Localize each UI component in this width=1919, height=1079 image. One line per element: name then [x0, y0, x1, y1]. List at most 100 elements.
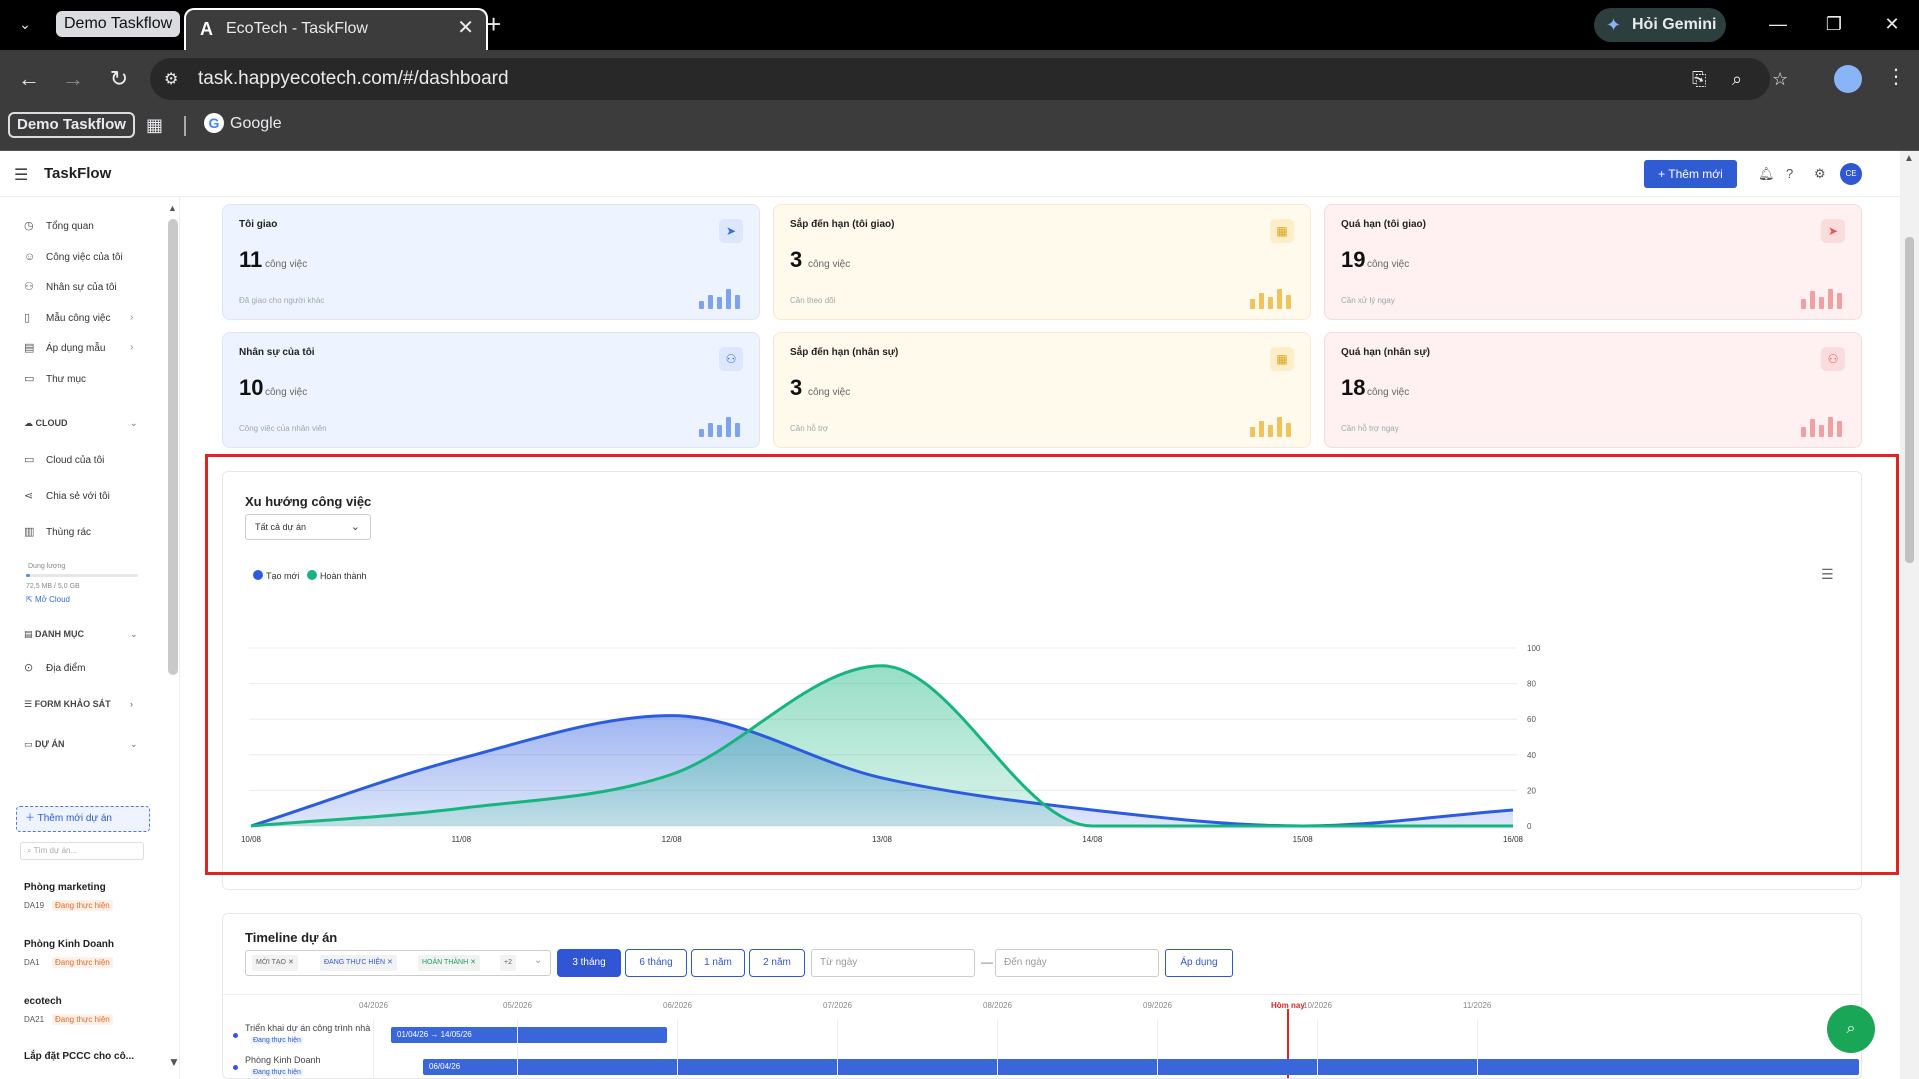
range-1-year[interactable]: 1 năm	[691, 949, 745, 977]
sidebar-item-locations[interactable]: ⊙ Địa điểm	[24, 659, 85, 677]
document-icon: ▤	[24, 342, 35, 354]
project-status-badge: Đang thực hiện	[52, 957, 113, 968]
sidebar-item-task-templates[interactable]: ▯ Mẫu công việc ›	[24, 309, 133, 327]
section-projects[interactable]: ▭ DỰ ÁN ⌄	[24, 737, 138, 751]
chat-fab-button[interactable]: ⌕	[1827, 1005, 1875, 1053]
translate-icon[interactable]: ⎘	[1692, 68, 1706, 90]
sidebar-item-trash[interactable]: ▥ Thùng rác	[24, 523, 91, 541]
section-cloud[interactable]: ☁ CLOUD ⌄	[24, 416, 138, 430]
new-project-button[interactable]: ＋ Thêm mới dự án	[16, 806, 150, 832]
stat-card[interactable]: Sắp đến hạn (nhân sự) 3 công việc Cần hỗ tr…	[773, 332, 1311, 448]
page-scrollbar[interactable]: ▲	[1900, 151, 1919, 1079]
stat-card[interactable]: Nhân sự của tôi 10 công việc Công việc của …	[222, 332, 760, 448]
timeline-bar[interactable]: 06/04/26	[423, 1059, 1859, 1075]
project-item[interactable]: Lắp đặt PCCC cho cô...	[24, 1050, 164, 1064]
profile-avatar[interactable]	[1834, 65, 1862, 93]
tab-search-icon[interactable]: ⌄	[14, 13, 36, 35]
sidebar-item-my-staff[interactable]: ⚇ Nhân sự của tôi	[24, 278, 117, 296]
file-icon: ▯	[24, 312, 31, 324]
to-date-input[interactable]: Đến ngày	[995, 949, 1159, 977]
sidebar-item-my-tasks[interactable]: ☺ Công việc của tôi	[24, 248, 123, 266]
section-catalog[interactable]: ▤ DANH MỤC ⌄	[24, 627, 138, 641]
page-scrollbar-thumb[interactable]	[1905, 237, 1914, 563]
user-icon: ☺	[24, 251, 36, 263]
close-window-icon[interactable]: ✕	[1880, 12, 1904, 36]
storage-progress-fill	[26, 574, 30, 577]
range-6-months[interactable]: 6 tháng	[625, 949, 687, 977]
minimize-icon[interactable]: —	[1766, 12, 1790, 36]
hamburger-icon[interactable]: ☰	[14, 165, 28, 185]
storage-progress	[26, 574, 138, 577]
open-cloud-link[interactable]: ⇱ Mở Cloud	[26, 595, 70, 604]
stat-card[interactable]: Tôi giao 11 công việc Đã giao cho người khá…	[222, 204, 760, 320]
section-cloud-label: CLOUD	[35, 418, 68, 428]
mini-bar-chart-icon	[1801, 285, 1845, 309]
zoom-icon[interactable]: ⌕	[1732, 68, 1742, 90]
add-new-button[interactable]: + Thêm mới	[1644, 160, 1737, 188]
sidebar-item-folders[interactable]: ▭ Thư mục	[24, 370, 86, 388]
bookmark-divider	[184, 116, 186, 136]
tag-done[interactable]: HOÀN THÀNH ✕	[418, 955, 480, 971]
reload-icon[interactable]: ↻	[106, 66, 132, 92]
status-filter-select[interactable]: MỚI TẠO ✕ ĐANG THỰC HIỆN ✕ HOÀN THÀNH ✕ …	[245, 950, 551, 976]
timeline-row-name[interactable]: Phòng Kinh Doanh	[245, 1055, 321, 1065]
project-search-input[interactable]: ⌕ Tìm dự án...	[20, 842, 144, 860]
help-icon[interactable]: ?	[1786, 166, 1793, 181]
scroll-up-icon[interactable]: ▲	[1904, 153, 1914, 164]
address-bar[interactable]: ⚙ task.happyecotech.com/#/dashboard ⎘ ⌕ …	[150, 58, 1788, 100]
forward-icon[interactable]: →	[60, 66, 86, 92]
from-date-input[interactable]: Từ ngày	[811, 949, 975, 977]
tag-in-progress[interactable]: ĐANG THỰC HIỆN ✕	[320, 955, 397, 971]
apply-button[interactable]: Áp dụng	[1165, 949, 1233, 977]
app-header: ☰ TaskFlow + Thêm mới 🔔︎ ? ⚙ CE	[0, 151, 1900, 197]
url-text[interactable]: task.happyecotech.com/#/dashboard	[198, 69, 509, 89]
tag-new[interactable]: MỚI TẠO ✕	[252, 955, 298, 971]
folder-icon: ▭	[24, 739, 36, 749]
timeline-row-name[interactable]: Triển khai dự án công trình nhà	[245, 1023, 370, 1033]
project-item[interactable]: Phòng Kinh Doanh DA1 Đang thực hiện	[24, 938, 164, 970]
settings-icon[interactable]: ⚙	[1814, 166, 1826, 182]
new-tab-icon[interactable]: +	[486, 10, 501, 38]
trash-icon: ▥	[24, 526, 35, 538]
stat-card[interactable]: Quá hạn (tôi giao) 19 công việc Cần xử lý n…	[1324, 204, 1862, 320]
project-item[interactable]: Phòng marketing DA19 Đang thực hiện	[24, 881, 164, 913]
bell-icon[interactable]: 🔔︎	[1758, 166, 1775, 182]
mini-bar	[1268, 297, 1273, 309]
sidebar-item-shared[interactable]: ⋖ Chia sẻ với tôi	[24, 487, 110, 505]
list-icon: ☰	[24, 699, 35, 709]
sidebar-item-overview[interactable]: ◷ Tổng quan	[24, 217, 94, 235]
browser-menu-icon[interactable]: ⋮	[1886, 64, 1906, 89]
mini-bar-chart-icon	[1250, 413, 1294, 437]
back-icon[interactable]: ←	[16, 66, 42, 92]
sidebar-item-my-cloud[interactable]: ▭ Cloud của tôi	[24, 451, 104, 469]
chevron-down-icon[interactable]: ⌄	[534, 955, 542, 966]
apps-grid-icon[interactable]: ▦	[146, 115, 163, 136]
stat-card[interactable]: Quá hạn (nhân sự) 18 công việc Cần hỗ trợ n…	[1324, 332, 1862, 448]
gemini-button[interactable]: ✦ Hỏi Gemini	[1594, 8, 1726, 42]
timeline-gridline	[517, 1019, 518, 1078]
range-2-years[interactable]: 2 năm	[749, 949, 805, 977]
project-code: DA21	[24, 1015, 45, 1024]
project-item[interactable]: ecotech DA21 Đang thực hiện	[24, 995, 164, 1027]
stat-card[interactable]: Sắp đến hạn (tôi giao) 3 công việc Cần theo…	[773, 204, 1311, 320]
scroll-up-icon[interactable]: ▲	[168, 203, 177, 213]
site-info-icon[interactable]: ⚙	[164, 69, 178, 89]
close-tab-icon[interactable]: ✕	[457, 18, 474, 38]
restore-icon[interactable]: ❐	[1822, 12, 1846, 36]
timeline-bar[interactable]: 01/04/26 → 14/05/26	[391, 1027, 667, 1043]
user-avatar[interactable]: CE	[1840, 163, 1862, 185]
tab-active[interactable]: A EcoTech - TaskFlow ✕	[184, 8, 488, 50]
bookmark-google[interactable]: G Google	[204, 113, 282, 135]
bookmark-group[interactable]: Demo Taskflow	[8, 112, 135, 138]
sidebar-scrollbar[interactable]: ▲ ▼	[168, 203, 179, 1079]
tag-more[interactable]: +2	[500, 955, 516, 971]
bookmark-star-icon[interactable]: ☆	[1772, 68, 1788, 90]
stat-card-subtitle: Công việc của nhân viên	[239, 424, 327, 433]
range-3-months[interactable]: 3 tháng	[557, 949, 621, 977]
tag-label: HOÀN THÀNH	[422, 959, 469, 966]
sidebar-item-apply-template[interactable]: ▤ Áp dụng mẫu ›	[24, 339, 133, 357]
tab-group-label[interactable]: Demo Taskflow	[56, 11, 181, 37]
sidebar-scrollbar-thumb[interactable]	[168, 219, 178, 675]
scroll-down-icon[interactable]: ▼	[168, 1055, 179, 1069]
section-survey[interactable]: ☰ FORM KHẢO SÁT ›	[24, 697, 133, 711]
